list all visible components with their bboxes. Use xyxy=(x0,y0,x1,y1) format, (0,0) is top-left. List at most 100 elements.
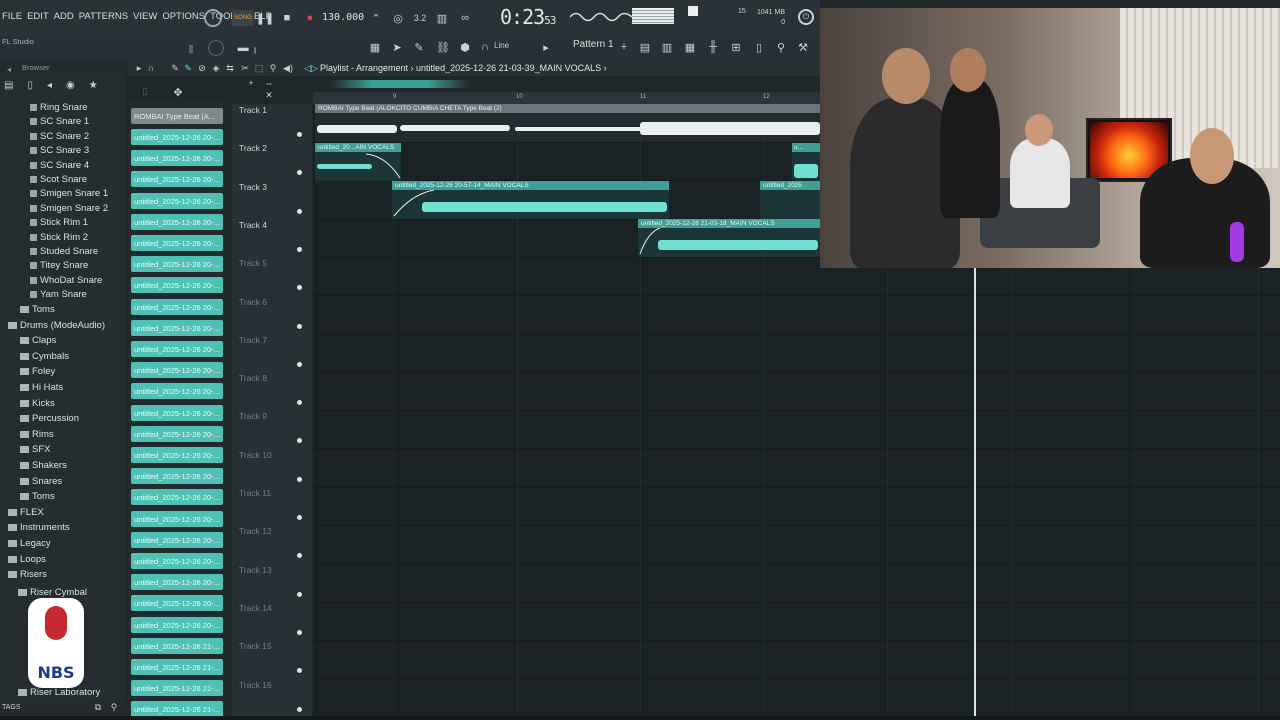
overview-scrollbar[interactable] xyxy=(330,80,470,88)
pattern-prev-icon[interactable]: ▸ xyxy=(540,40,552,54)
search-icon[interactable]: ⚲ xyxy=(108,701,120,713)
browser-item[interactable]: WhoDat Snare xyxy=(30,275,102,286)
snap-knob[interactable] xyxy=(208,40,224,56)
track-label[interactable]: Track 3 xyxy=(239,182,267,192)
track-label[interactable]: Track 14 xyxy=(239,603,272,613)
picker-item[interactable]: untitled_2025-12-26 20-... xyxy=(131,362,223,379)
track-label[interactable]: Track 2 xyxy=(239,143,267,153)
picker-item[interactable]: untitled_2025-12-26 20-... xyxy=(131,298,223,315)
pencil-tool-icon[interactable]: ✎ xyxy=(170,62,180,74)
picker-item[interactable]: untitled_2025-12-26 20-... xyxy=(131,277,223,294)
browser-item[interactable]: Kicks xyxy=(20,398,55,409)
picker-item[interactable]: untitled_2025-12-26 20-... xyxy=(131,595,223,612)
add-track-icon[interactable]: + xyxy=(246,78,256,88)
browser-item[interactable]: Studed Snare xyxy=(30,246,98,257)
browser-item[interactable]: Percussion xyxy=(20,413,79,424)
picker-item[interactable]: untitled_2025-12-26 20-... xyxy=(131,129,223,145)
picker-item[interactable]: untitled_2025-12-26 20-... xyxy=(131,213,223,230)
picker-item[interactable]: untitled_2025-12-26 21-... xyxy=(131,637,223,654)
browser-item[interactable]: Riser Laboratory xyxy=(18,687,100,698)
tools-icon[interactable]: ⚒ xyxy=(795,39,811,55)
track-mute-dot[interactable] xyxy=(297,476,302,482)
browser-item[interactable]: SC Snare 2 xyxy=(30,131,89,142)
browser-item[interactable]: Drums (ModeAudio) xyxy=(8,320,105,331)
browser-header[interactable]: Browser xyxy=(0,60,128,76)
browser-item[interactable]: SFX xyxy=(20,444,50,455)
channel-rack-icon[interactable]: ▥ xyxy=(659,39,675,55)
picker-item[interactable]: untitled_2025-12-26 20-... xyxy=(131,425,223,442)
mixer-icon[interactable]: ╫ xyxy=(705,39,721,55)
pause-icon[interactable]: ❚❚ xyxy=(256,11,274,25)
browser-item[interactable]: Risers xyxy=(8,569,47,580)
track-mute-dot[interactable] xyxy=(297,629,302,635)
pattern-selector[interactable]: Pattern 1 xyxy=(573,39,614,50)
track-label[interactable]: Track 15 xyxy=(239,641,272,651)
menu-patterns[interactable]: PATTERNS xyxy=(79,11,128,22)
power-icon[interactable]: ⏻ xyxy=(798,9,814,25)
back-icon[interactable]: ◂ xyxy=(47,80,52,98)
playlist-arrow-icon[interactable]: ◁▷ xyxy=(304,62,318,74)
picker-item[interactable]: ROMBAI Type Beat (A... xyxy=(131,108,223,124)
browser-item[interactable]: Cymbals xyxy=(20,351,69,362)
browser-item[interactable]: Ring Snare xyxy=(30,102,88,113)
browser-item[interactable]: Stick Rim 1 xyxy=(30,217,88,228)
track-label[interactable]: Track 16 xyxy=(239,680,272,690)
file-icon[interactable]: ▯ xyxy=(751,39,767,55)
browser-item[interactable]: Shakers xyxy=(20,460,67,471)
picker-item[interactable]: untitled_2025-12-26 20-... xyxy=(131,235,223,251)
browser-item[interactable]: Legacy xyxy=(8,538,51,549)
record-icon[interactable]: ● xyxy=(303,11,317,25)
playlist-menu-icon[interactable]: ▸ xyxy=(134,62,144,74)
picker-item[interactable]: untitled_2025-12-26 20-... xyxy=(131,531,223,548)
picker-collapse-icon[interactable]: ▯ xyxy=(140,86,150,96)
countdown-icon[interactable]: 3.2 xyxy=(412,10,428,26)
files-icon[interactable]: ▯ xyxy=(27,80,33,98)
metronome-icon[interactable]: ⌃ xyxy=(368,10,384,26)
browser-item[interactable]: Stick Rim 2 xyxy=(30,232,88,243)
picker-item[interactable]: untitled_2025-12-26 20-... xyxy=(131,510,223,527)
browser-item[interactable]: Scot Snare xyxy=(30,174,87,185)
song-mode-toggle[interactable]: SONG xyxy=(232,10,254,26)
piano-roll-icon[interactable]: ▦ xyxy=(682,39,698,55)
track-mute-dot[interactable] xyxy=(297,132,302,137)
zoom-fit-icon[interactable]: ⇔ xyxy=(264,78,274,88)
track-mute-dot[interactable] xyxy=(297,515,302,520)
star-icon[interactable]: ★ xyxy=(89,80,98,98)
picker-item[interactable]: untitled_2025-12-26 20-... xyxy=(131,319,223,336)
magnet-icon[interactable]: ∩ xyxy=(478,40,492,54)
piano-icon[interactable]: ▦ xyxy=(366,40,384,54)
picker-item[interactable]: untitled_2025-12-26 20-... xyxy=(131,489,223,506)
snap-selector[interactable]: ▬ ╷ xyxy=(236,40,260,54)
timeline-ruler[interactable]: 9 10 11 12 xyxy=(313,92,820,104)
wait-input-icon[interactable]: ◎ xyxy=(390,10,406,26)
delete-tool-icon[interactable]: ⊘ xyxy=(197,62,207,74)
playlist-icon[interactable]: ▤ xyxy=(637,39,653,55)
picker-item[interactable]: untitled_2025-12-26 20-... xyxy=(131,574,223,591)
picker-item[interactable]: untitled_2025-12-26 20-... xyxy=(131,553,223,569)
browser-item[interactable]: Yam Snare xyxy=(30,289,87,300)
tempo-display[interactable]: 130.000 xyxy=(322,12,364,23)
picker-move-icon[interactable]: ✥ xyxy=(172,86,184,99)
browser-tree-icon[interactable]: ⊞ xyxy=(728,39,744,55)
browser-item[interactable]: Foley xyxy=(20,366,55,377)
track-label[interactable]: Track 13 xyxy=(239,565,272,575)
mute-tool-icon[interactable]: ◈ xyxy=(211,62,221,74)
paint-tool-icon[interactable]: ✎ xyxy=(183,62,193,74)
all-icon[interactable]: ▤ xyxy=(4,80,13,98)
step-edit-icon[interactable]: ▥ xyxy=(434,10,450,26)
picker-item[interactable]: untitled_2025-12-26 20-... xyxy=(131,468,223,485)
magnet-icon[interactable]: ∩ xyxy=(146,62,156,74)
slice-tool-icon[interactable]: ✂ xyxy=(240,62,250,74)
picker-item[interactable]: untitled_2025-12-26 20-... xyxy=(131,256,223,273)
browser-item[interactable]: Snares xyxy=(20,476,62,487)
track-mute-dot[interactable] xyxy=(297,706,302,712)
browser-item[interactable]: Riser Cymbal xyxy=(18,587,87,598)
close-icon[interactable]: ✕ xyxy=(264,90,274,100)
track-label[interactable]: Track 6 xyxy=(239,297,267,307)
track-label[interactable]: Track 7 xyxy=(239,335,267,345)
plugin-icon[interactable]: ⚲ xyxy=(773,39,789,55)
menu-add[interactable]: ADD xyxy=(54,11,74,22)
slip-tool-icon[interactable]: ⇆ xyxy=(225,62,235,74)
tag-edit-icon[interactable]: ⧉ xyxy=(92,701,104,713)
playhead[interactable] xyxy=(974,268,976,716)
